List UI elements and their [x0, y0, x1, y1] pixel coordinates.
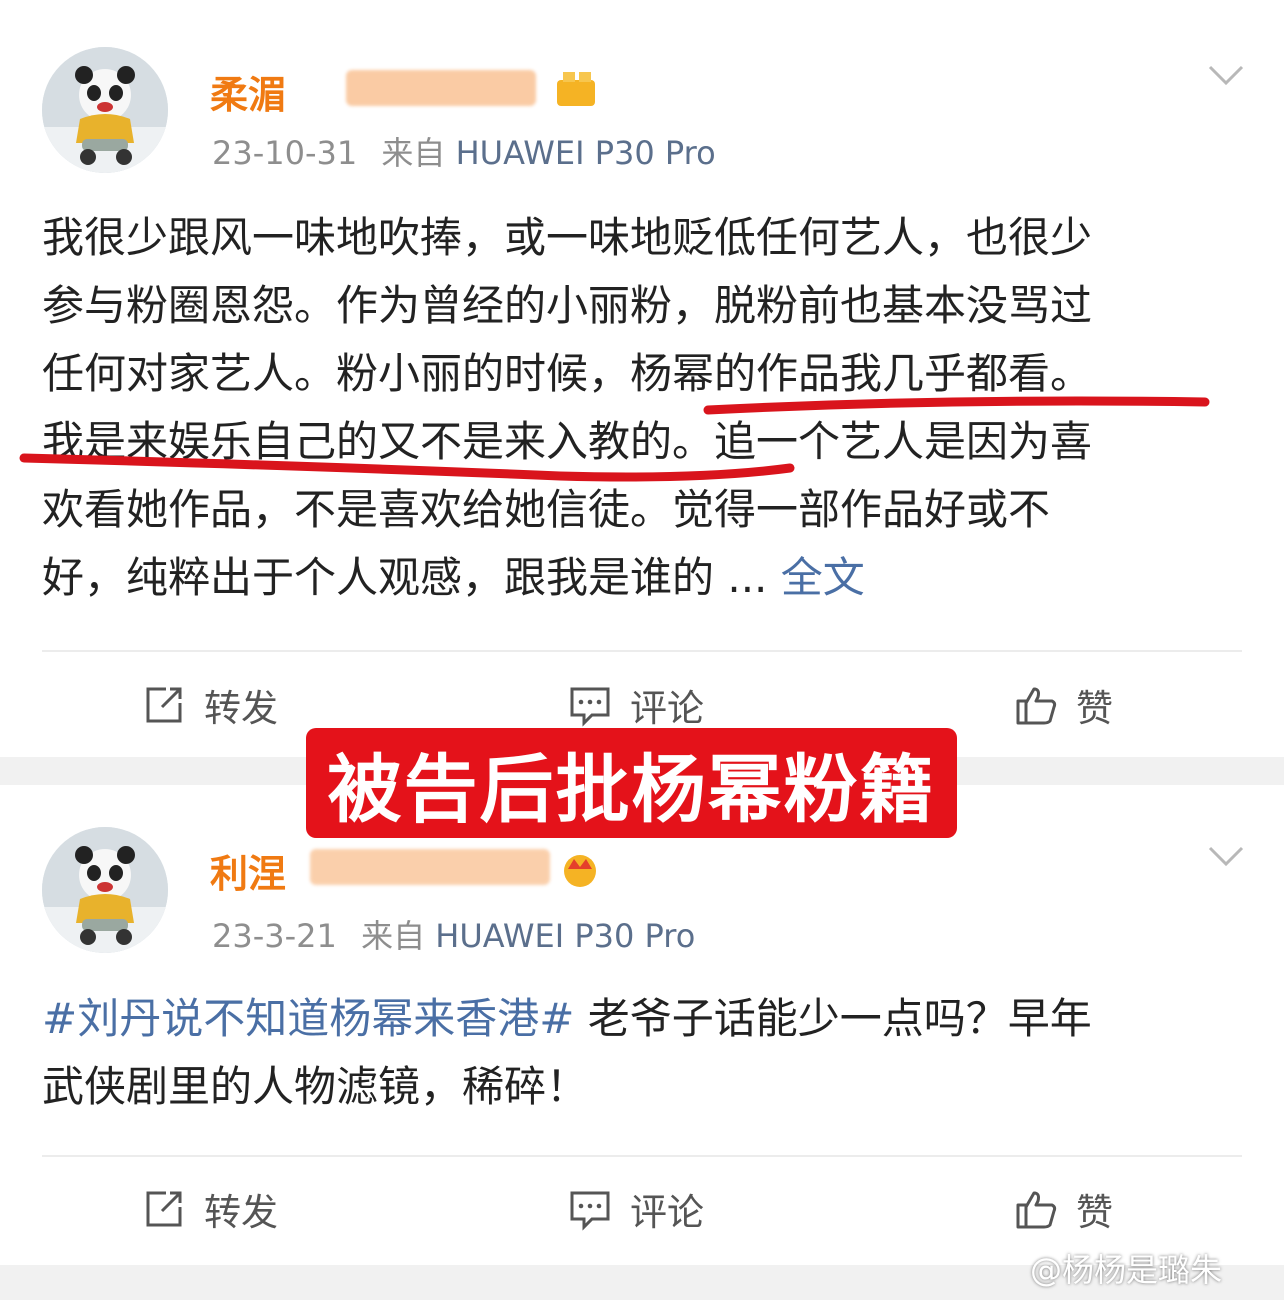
caption-banner: 被告后批杨幂粉籍	[306, 728, 957, 838]
post-content: 我很少跟风一味地吹捧，或一味地贬低任何艺人，也很少 参与粉圈恩怨。作为曾经的小丽…	[42, 204, 1242, 612]
source-prefix: 来自	[381, 134, 446, 172]
post-content: #刘丹说不知道杨幂来香港# 老爷子话能少一点吗？早年 武侠剧里的人物滤镜，稀碎！	[42, 985, 1242, 1121]
crown-icon	[555, 70, 597, 117]
content-line: 欢看她作品，不是喜欢给她信徒。觉得一部作品好或不	[42, 485, 1051, 534]
comment-label: 评论	[630, 687, 704, 730]
content-line: 我是来娱乐自己的又不是来入教的。追一个艺人是因为喜	[42, 417, 1093, 466]
like-button[interactable]: 赞	[1014, 1186, 1113, 1234]
content-line: 武侠剧里的人物滤镜，稀碎！	[42, 1062, 589, 1111]
like-button[interactable]: 赞	[1014, 682, 1113, 730]
comment-button[interactable]: 评论	[568, 682, 704, 730]
content-line: #刘丹说不知道杨幂来香港# 老爷子话能少一点吗？早年	[42, 985, 1242, 1053]
username[interactable]: 利涅	[210, 841, 610, 896]
divider	[42, 650, 1242, 652]
divider	[42, 1155, 1242, 1157]
weibo-post-1: 柔湄 23-10-31 来自 HUAWEI P30 Pro 我很少跟风一味地吹捧…	[0, 0, 1284, 757]
crown-icon	[558, 849, 602, 898]
repost-icon	[146, 1191, 182, 1227]
chevron-down-icon[interactable]	[1208, 845, 1244, 867]
post-date: 23-3-21	[212, 917, 337, 955]
blurred-name-part	[346, 70, 536, 106]
thumbs-up-icon	[1016, 687, 1057, 725]
content-line: 任何对家艺人。粉小丽的时候，杨幂的作品我几乎都看。	[42, 349, 1093, 398]
watermark: @杨杨是璐朱	[1030, 1251, 1223, 1289]
blurred-name-part	[310, 849, 550, 885]
content-line: 参与粉圈恩怨。作为曾经的小丽粉，脱粉前也基本没骂过	[42, 281, 1093, 330]
hashtag-link[interactable]: #刘丹说不知道杨幂来香港#	[42, 994, 574, 1043]
post-meta: 23-10-31 来自 HUAWEI P30 Pro	[212, 128, 716, 174]
comment-button[interactable]: 评论	[568, 1186, 704, 1234]
username-text: 利涅	[210, 852, 287, 896]
thumbs-up-icon	[1016, 1191, 1057, 1229]
username[interactable]: 柔湄	[210, 62, 610, 117]
post-meta: 23-3-21 来自 HUAWEI P30 Pro	[212, 911, 695, 957]
post-date: 23-10-31	[212, 134, 358, 172]
comment-icon	[570, 687, 610, 727]
device-name[interactable]: HUAWEI P30 Pro	[435, 917, 695, 955]
user-avatar[interactable]	[42, 47, 168, 173]
repost-button[interactable]: 转发	[142, 682, 278, 730]
weibo-post-2: 利涅 23-3-21 来自 HUAWEI P30 Pro #刘丹说不知道杨幂来香…	[0, 785, 1284, 1265]
repost-label: 转发	[204, 1191, 278, 1234]
content-line: 我很少跟风一味地吹捧，或一味地贬低任何艺人，也很少	[42, 213, 1093, 262]
content-line-text: 好，纯粹出于个人观感，跟我是谁的 ...	[42, 553, 768, 602]
like-label: 赞	[1076, 1191, 1113, 1234]
chevron-down-icon[interactable]	[1208, 64, 1244, 86]
repost-button[interactable]: 转发	[142, 1186, 278, 1234]
read-more-link[interactable]: 全文	[781, 553, 865, 602]
user-avatar[interactable]	[42, 827, 168, 953]
comment-icon	[570, 1191, 610, 1231]
username-text: 柔湄	[210, 73, 287, 117]
comment-label: 评论	[630, 1191, 704, 1234]
repost-label: 转发	[204, 687, 278, 730]
device-name[interactable]: HUAWEI P30 Pro	[456, 134, 716, 172]
content-line-text: 老爷子话能少一点吗？早年	[574, 994, 1092, 1043]
source-prefix: 来自	[361, 917, 426, 955]
repost-icon	[146, 687, 182, 723]
like-label: 赞	[1076, 687, 1113, 730]
content-line: 好，纯粹出于个人观感，跟我是谁的 ... 全文	[42, 544, 1242, 612]
